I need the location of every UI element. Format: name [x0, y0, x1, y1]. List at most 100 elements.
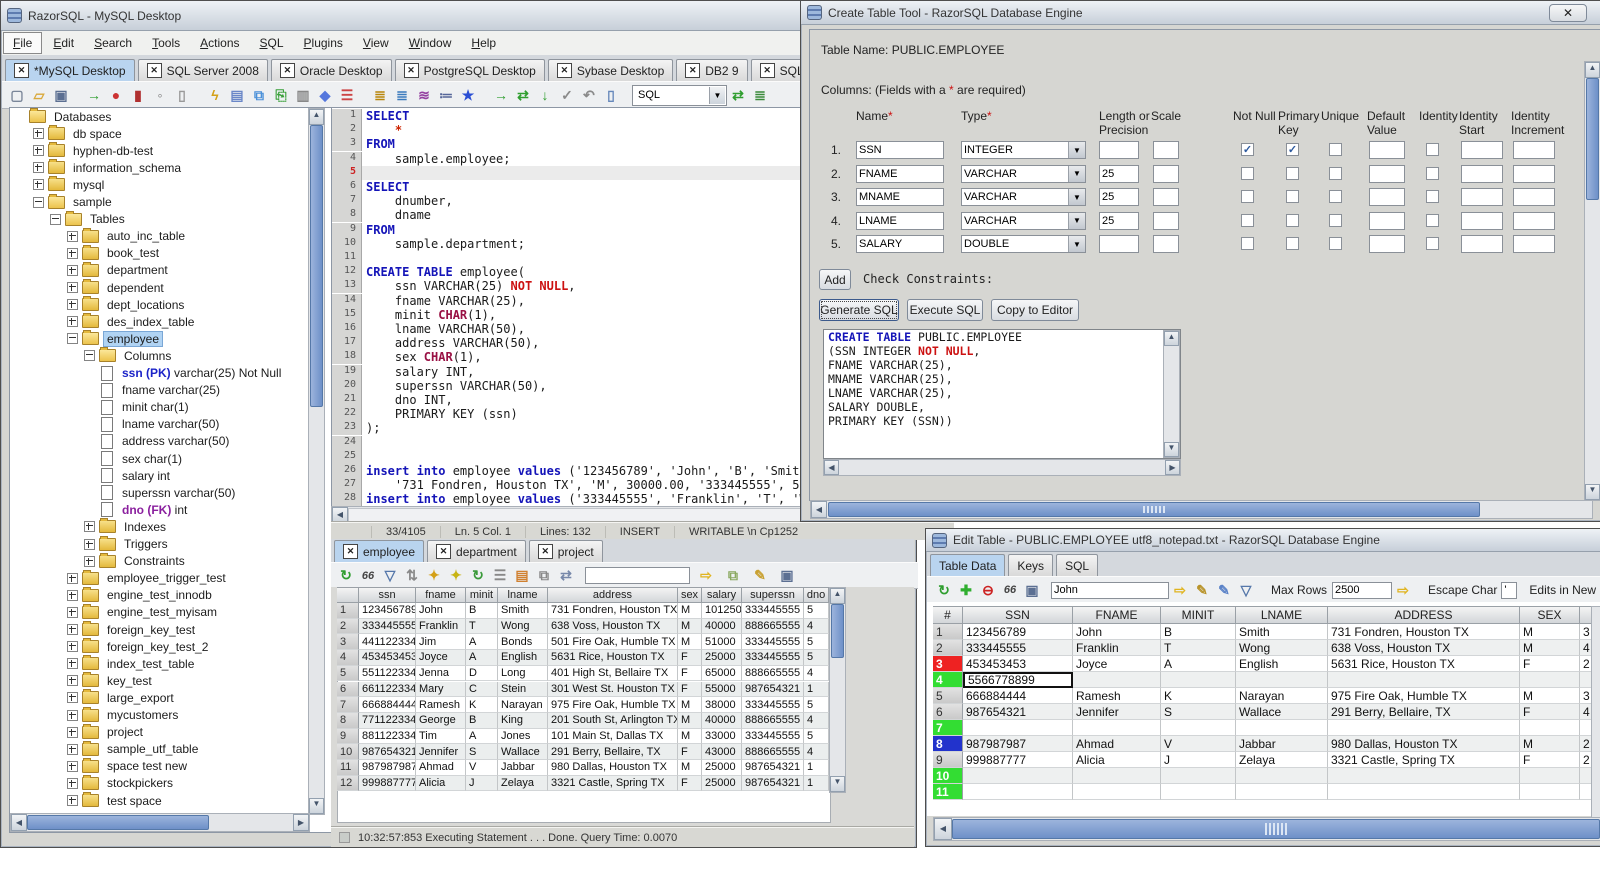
expand-icon[interactable]	[84, 521, 95, 533]
edit-cell[interactable]	[1328, 720, 1520, 736]
tab-close-icon[interactable]: ✕	[146, 63, 162, 78]
results-cell[interactable]: 888665555	[742, 665, 804, 682]
edit-cell[interactable]: Joyce	[1073, 656, 1161, 672]
tree-item-tables[interactable]: Tables	[10, 210, 308, 228]
edit-cell[interactable]: K	[1161, 688, 1236, 704]
results-cell[interactable]: M	[678, 760, 702, 776]
tree-item-databases[interactable]: Databases	[10, 108, 308, 125]
expand-icon[interactable]	[84, 555, 95, 567]
results-cell[interactable]: Franklin	[416, 618, 466, 635]
results-cell[interactable]: Jennifer	[416, 744, 466, 760]
menu-item-actions[interactable]: Actions	[191, 33, 248, 53]
column-scale-field[interactable]	[1153, 211, 1179, 230]
edit-row-number[interactable]: 9	[933, 752, 963, 768]
column-notnull-checkbox[interactable]: ✓	[1241, 143, 1254, 156]
expand-icon[interactable]	[67, 572, 78, 584]
results-cell[interactable]: 888665555	[742, 744, 804, 760]
refresh-results-icon[interactable]: ↻	[336, 566, 356, 586]
results-cell[interactable]: 3321 Castle, Spring TX	[548, 775, 678, 792]
expand-icon[interactable]	[67, 264, 78, 276]
results-cell[interactable]: English	[498, 650, 548, 666]
connection-tab-sql-server-2008[interactable]: ✕ SQL Server 2008	[137, 59, 268, 81]
tab-close-icon[interactable]: ✕	[759, 63, 775, 78]
tree-item-db-space[interactable]: db space	[10, 125, 308, 142]
edit-cell[interactable]	[1236, 768, 1328, 784]
results-row-number[interactable]: 9	[337, 728, 359, 745]
expand-icon[interactable]	[67, 230, 78, 242]
expand-icon[interactable]	[67, 589, 78, 601]
results-cell[interactable]: 333445555	[742, 603, 804, 619]
results-cell[interactable]: 999887777	[359, 775, 416, 792]
results-cell[interactable]: S	[466, 744, 498, 760]
column-name-field[interactable]	[856, 188, 944, 206]
tree-item-space-test-new[interactable]: space test new	[10, 757, 308, 775]
column-identity-checkbox[interactable]	[1426, 190, 1439, 203]
results-col-header-address[interactable]: address	[548, 587, 678, 603]
tree-item-minit-char-1-[interactable]: minit char(1)	[10, 399, 308, 416]
tree-item-engine-test-myisam[interactable]: engine_test_myisam	[10, 603, 308, 621]
edit-cell[interactable]: A	[1161, 656, 1236, 672]
tree-item-department[interactable]: department	[10, 261, 308, 279]
connection-tab-oracle-desktop[interactable]: ✕ Oracle Desktop	[270, 59, 392, 81]
results-row-number[interactable]: 6	[337, 681, 359, 698]
expand-icon[interactable]	[67, 726, 78, 738]
edit-cell[interactable]	[1161, 768, 1236, 784]
expand-icon[interactable]	[33, 179, 44, 191]
edit-row-number[interactable]: 11	[933, 784, 963, 800]
edit-cell[interactable]: 980 Dallas, Houston TX	[1328, 736, 1520, 752]
tree-item-address-varchar-50-[interactable]: address varchar(50)	[10, 433, 308, 450]
edit-cell[interactable]: M	[1520, 688, 1580, 704]
edit-cell[interactable]: V	[1161, 736, 1236, 752]
connection-edit-icon[interactable]: ▯	[172, 85, 192, 105]
tree-item-dept-locations[interactable]: dept_locations	[10, 296, 308, 313]
expand-icon[interactable]	[67, 641, 78, 653]
tree-item-mycustomers[interactable]: mycustomers	[10, 706, 308, 724]
edit-cell-icon[interactable]: ✎	[1192, 580, 1212, 600]
results-col-header-superssn[interactable]: superssn	[742, 587, 804, 603]
edit-cell[interactable]: 333445555	[963, 640, 1073, 656]
results-cell[interactable]: 401 High St, Bellaire TX	[548, 665, 678, 682]
results-cell[interactable]: 333445555	[359, 618, 416, 635]
tree-item-superssn-varchar-50-[interactable]: superssn varchar(50)	[10, 484, 308, 501]
results-cell[interactable]: 201 South St, Arlington TX	[548, 712, 678, 729]
edit-cell[interactable]: Alicia	[1073, 752, 1161, 768]
sqlbox-hscrollbar[interactable]: ◀ ▶	[823, 459, 1181, 476]
create-titlebar[interactable]: Create Table Tool - RazorSQL Database En…	[801, 1, 1600, 25]
results-cell[interactable]: 881122334	[359, 728, 416, 745]
results-cell[interactable]: 987654321	[742, 760, 804, 776]
column-name-field[interactable]	[856, 235, 944, 253]
sort-icon[interactable]: ⇅	[402, 566, 422, 586]
expand-icon[interactable]	[67, 316, 78, 328]
edit-cell[interactable]: M	[1520, 640, 1580, 656]
expand-icon[interactable]	[33, 145, 44, 157]
results-cell[interactable]: 987654321	[742, 681, 804, 698]
edit-cell[interactable]: F	[1520, 752, 1580, 768]
results-cell[interactable]: 123456789	[359, 603, 416, 619]
column-scale-field[interactable]	[1153, 164, 1179, 183]
tree-item-triggers[interactable]: Triggers	[10, 535, 308, 553]
results-cell[interactable]: 1	[804, 760, 829, 776]
results-cell[interactable]: 333445555	[742, 650, 804, 666]
tree-item-index-test-table[interactable]: index_test_table	[10, 655, 308, 672]
results-cell[interactable]: 25000	[702, 760, 742, 776]
undo-icon[interactable]: ↶	[579, 85, 599, 105]
column-type-select[interactable]: VARCHAR ▼	[961, 188, 1086, 206]
edit-cell[interactable]	[1328, 784, 1520, 800]
column-notnull-checkbox[interactable]	[1241, 213, 1254, 227]
export-page-icon[interactable]: ⧉	[723, 566, 743, 586]
transpose-icon[interactable]: ⇄	[556, 566, 576, 586]
results-cell[interactable]: 291 Berry, Bellaire, TX	[548, 744, 678, 760]
view-contents-icon[interactable]: ⧉	[249, 85, 269, 105]
column-notnull-checkbox[interactable]	[1241, 237, 1254, 250]
connection-tab-postgresql-desktop[interactable]: ✕ PostgreSQL Desktop	[394, 59, 545, 81]
results-cell[interactable]: M	[678, 697, 702, 713]
column-unique-checkbox[interactable]	[1329, 237, 1342, 250]
edit-row-number[interactable]: 5	[933, 688, 963, 704]
results-cell[interactable]: Jenna	[416, 665, 466, 682]
results-cell[interactable]: A	[466, 634, 498, 651]
edit-cell[interactable]: S	[1161, 704, 1236, 720]
results-cell[interactable]: 771122334	[359, 712, 416, 729]
expand-icon[interactable]	[67, 777, 78, 789]
results-cell[interactable]: 551122334	[359, 665, 416, 682]
tree-item-dependent[interactable]: dependent	[10, 279, 308, 296]
